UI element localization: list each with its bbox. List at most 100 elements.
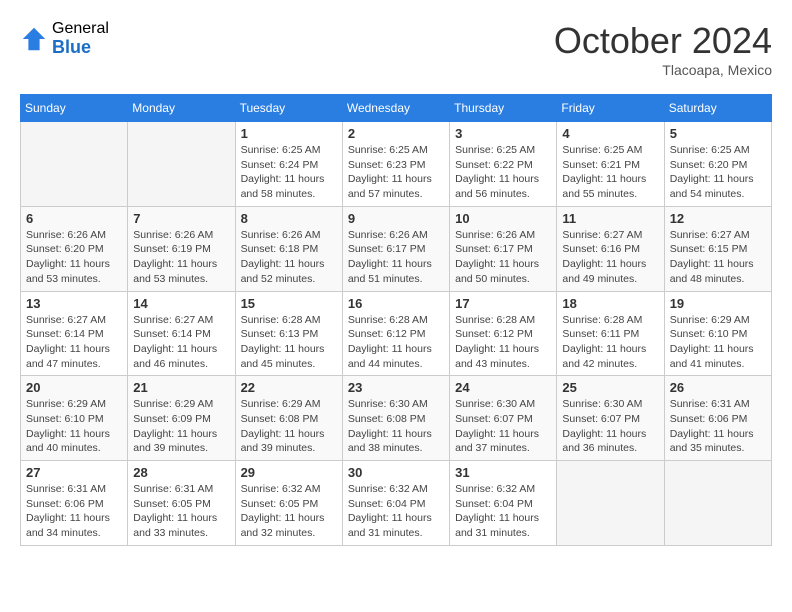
day-info: Sunrise: 6:25 AMSunset: 6:22 PMDaylight:… — [455, 143, 551, 202]
day-info: Sunrise: 6:29 AMSunset: 6:10 PMDaylight:… — [26, 397, 122, 456]
logo-blue: Blue — [52, 38, 109, 58]
day-number: 12 — [670, 211, 766, 226]
calendar-day-cell — [21, 122, 128, 207]
day-info: Sunrise: 6:29 AMSunset: 6:09 PMDaylight:… — [133, 397, 229, 456]
calendar-day-cell: 12 Sunrise: 6:27 AMSunset: 6:15 PMDayligh… — [664, 206, 771, 291]
day-info: Sunrise: 6:32 AMSunset: 6:05 PMDaylight:… — [241, 482, 337, 541]
day-info: Sunrise: 6:27 AMSunset: 6:14 PMDaylight:… — [26, 313, 122, 372]
weekday-header: Monday — [128, 95, 235, 122]
day-number: 25 — [562, 380, 658, 395]
calendar-day-cell: 1 Sunrise: 6:25 AMSunset: 6:24 PMDaylight… — [235, 122, 342, 207]
calendar-day-cell: 6 Sunrise: 6:26 AMSunset: 6:20 PMDaylight… — [21, 206, 128, 291]
calendar-day-cell — [664, 461, 771, 546]
day-number: 1 — [241, 126, 337, 141]
calendar-day-cell: 3Sunrise: 6:25 AMSunset: 6:22 PMDaylight… — [450, 122, 557, 207]
calendar-day-cell: 14 Sunrise: 6:27 AMSunset: 6:14 PMDayligh… — [128, 291, 235, 376]
day-number: 2 — [348, 126, 444, 141]
location: Tlacoapa, Mexico — [554, 62, 772, 78]
calendar-day-cell: 28Sunrise: 6:31 AMSunset: 6:05 PMDayligh… — [128, 461, 235, 546]
day-number: 31 — [455, 465, 551, 480]
month-title: October 2024 — [554, 20, 772, 62]
day-number: 26 — [670, 380, 766, 395]
calendar-day-cell: 18Sunrise: 6:28 AMSunset: 6:11 PMDayligh… — [557, 291, 664, 376]
day-info: Sunrise: 6:25 AMSunset: 6:21 PMDaylight:… — [562, 143, 658, 202]
calendar-day-cell — [128, 122, 235, 207]
day-info: Sunrise: 6:25 AMSunset: 6:23 PMDaylight:… — [348, 143, 444, 202]
day-info: Sunrise: 6:27 AMSunset: 6:14 PMDaylight:… — [133, 313, 229, 372]
day-info: Sunrise: 6:30 AMSunset: 6:07 PMDaylight:… — [562, 397, 658, 456]
calendar-day-cell: 5 Sunrise: 6:25 AMSunset: 6:20 PMDaylight… — [664, 122, 771, 207]
calendar-day-cell: 8Sunrise: 6:26 AMSunset: 6:18 PMDaylight… — [235, 206, 342, 291]
day-info: Sunrise: 6:30 AMSunset: 6:07 PMDaylight:… — [455, 397, 551, 456]
day-info: Sunrise: 6:29 AMSunset: 6:08 PMDaylight:… — [241, 397, 337, 456]
day-info: Sunrise: 6:27 AMSunset: 6:15 PMDaylight:… — [670, 228, 766, 287]
day-info: Sunrise: 6:32 AMSunset: 6:04 PMDaylight:… — [348, 482, 444, 541]
day-number: 27 — [26, 465, 122, 480]
calendar-day-cell — [557, 461, 664, 546]
calendar-week-row: 20 Sunrise: 6:29 AMSunset: 6:10 PMDayligh… — [21, 376, 772, 461]
calendar-week-row: 13 Sunrise: 6:27 AMSunset: 6:14 PMDayligh… — [21, 291, 772, 376]
day-info: Sunrise: 6:29 AMSunset: 6:10 PMDaylight:… — [670, 313, 766, 372]
day-number: 29 — [241, 465, 337, 480]
weekday-header: Sunday — [21, 95, 128, 122]
day-number: 13 — [26, 296, 122, 311]
day-number: 20 — [26, 380, 122, 395]
day-number: 8 — [241, 211, 337, 226]
day-number: 10 — [455, 211, 551, 226]
calendar-day-cell: 9 Sunrise: 6:26 AMSunset: 6:17 PMDaylight… — [342, 206, 449, 291]
day-info: Sunrise: 6:31 AMSunset: 6:05 PMDaylight:… — [133, 482, 229, 541]
page-header: General Blue October 2024 Tlacoapa, Mexi… — [20, 20, 772, 78]
day-info: Sunrise: 6:28 AMSunset: 6:12 PMDaylight:… — [348, 313, 444, 372]
day-number: 5 — [670, 126, 766, 141]
day-number: 21 — [133, 380, 229, 395]
calendar-day-cell: 17 Sunrise: 6:28 AMSunset: 6:12 PMDayligh… — [450, 291, 557, 376]
calendar-week-row: 27 Sunrise: 6:31 AMSunset: 6:06 PMDayligh… — [21, 461, 772, 546]
day-number: 19 — [670, 296, 766, 311]
day-number: 14 — [133, 296, 229, 311]
calendar-day-cell: 20 Sunrise: 6:29 AMSunset: 6:10 PMDayligh… — [21, 376, 128, 461]
weekday-header: Thursday — [450, 95, 557, 122]
day-number: 15 — [241, 296, 337, 311]
calendar-day-cell: 31 Sunrise: 6:32 AMSunset: 6:04 PMDayligh… — [450, 461, 557, 546]
logo: General Blue — [20, 20, 109, 57]
calendar-day-cell: 26Sunrise: 6:31 AMSunset: 6:06 PMDayligh… — [664, 376, 771, 461]
title-block: October 2024 Tlacoapa, Mexico — [554, 20, 772, 78]
calendar-day-cell: 30 Sunrise: 6:32 AMSunset: 6:04 PMDayligh… — [342, 461, 449, 546]
calendar-day-cell: 19 Sunrise: 6:29 AMSunset: 6:10 PMDayligh… — [664, 291, 771, 376]
calendar-day-cell: 4Sunrise: 6:25 AMSunset: 6:21 PMDaylight… — [557, 122, 664, 207]
day-info: Sunrise: 6:25 AMSunset: 6:24 PMDaylight:… — [241, 143, 337, 202]
day-number: 16 — [348, 296, 444, 311]
day-number: 7 — [133, 211, 229, 226]
day-info: Sunrise: 6:30 AMSunset: 6:08 PMDaylight:… — [348, 397, 444, 456]
calendar-day-cell: 29 Sunrise: 6:32 AMSunset: 6:05 PMDayligh… — [235, 461, 342, 546]
calendar-day-cell: 11Sunrise: 6:27 AMSunset: 6:16 PMDayligh… — [557, 206, 664, 291]
day-info: Sunrise: 6:26 AMSunset: 6:17 PMDaylight:… — [348, 228, 444, 287]
day-info: Sunrise: 6:28 AMSunset: 6:12 PMDaylight:… — [455, 313, 551, 372]
day-number: 23 — [348, 380, 444, 395]
day-number: 22 — [241, 380, 337, 395]
day-number: 9 — [348, 211, 444, 226]
weekday-header: Friday — [557, 95, 664, 122]
calendar-week-row: 1 Sunrise: 6:25 AMSunset: 6:24 PMDaylight… — [21, 122, 772, 207]
weekday-header-row: SundayMondayTuesdayWednesdayThursdayFrid… — [21, 95, 772, 122]
calendar-day-cell: 7Sunrise: 6:26 AMSunset: 6:19 PMDaylight… — [128, 206, 235, 291]
day-info: Sunrise: 6:26 AMSunset: 6:20 PMDaylight:… — [26, 228, 122, 287]
day-number: 6 — [26, 211, 122, 226]
day-info: Sunrise: 6:28 AMSunset: 6:13 PMDaylight:… — [241, 313, 337, 372]
day-info: Sunrise: 6:28 AMSunset: 6:11 PMDaylight:… — [562, 313, 658, 372]
day-info: Sunrise: 6:32 AMSunset: 6:04 PMDaylight:… — [455, 482, 551, 541]
calendar-day-cell: 2 Sunrise: 6:25 AMSunset: 6:23 PMDaylight… — [342, 122, 449, 207]
calendar-day-cell: 25 Sunrise: 6:30 AMSunset: 6:07 PMDayligh… — [557, 376, 664, 461]
day-number: 17 — [455, 296, 551, 311]
day-info: Sunrise: 6:31 AMSunset: 6:06 PMDaylight:… — [26, 482, 122, 541]
logo-icon — [20, 25, 48, 53]
calendar-day-cell: 24 Sunrise: 6:30 AMSunset: 6:07 PMDayligh… — [450, 376, 557, 461]
day-number: 30 — [348, 465, 444, 480]
calendar-day-cell: 23 Sunrise: 6:30 AMSunset: 6:08 PMDayligh… — [342, 376, 449, 461]
calendar-day-cell: 22 Sunrise: 6:29 AMSunset: 6:08 PMDayligh… — [235, 376, 342, 461]
day-number: 24 — [455, 380, 551, 395]
day-info: Sunrise: 6:26 AMSunset: 6:17 PMDaylight:… — [455, 228, 551, 287]
calendar-day-cell: 27 Sunrise: 6:31 AMSunset: 6:06 PMDayligh… — [21, 461, 128, 546]
day-info: Sunrise: 6:25 AMSunset: 6:20 PMDaylight:… — [670, 143, 766, 202]
weekday-header: Saturday — [664, 95, 771, 122]
